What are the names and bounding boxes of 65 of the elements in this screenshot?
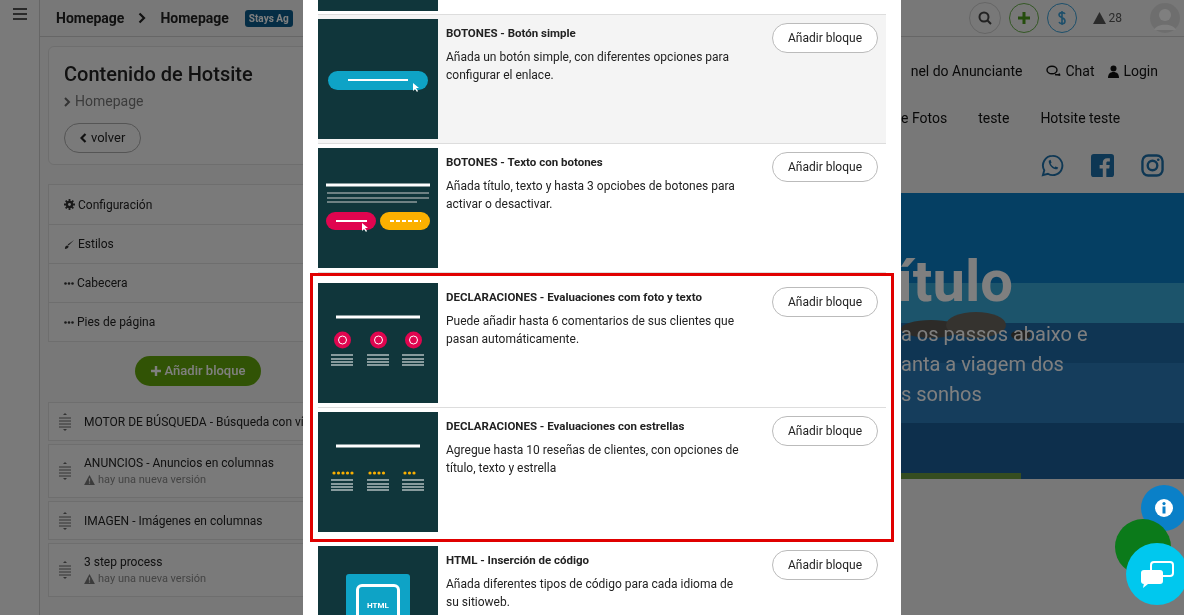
block-title: DECLARACIONES - Evaluaciones con estrellas	[446, 418, 686, 435]
add-block-button[interactable]: Añadir bloque	[772, 287, 878, 317]
block-title: 3 step process	[84, 553, 164, 571]
alert-count: 28	[1108, 10, 1122, 27]
block-title: MOTOR DE BÚSQUEDA - Búsqueda con ví	[84, 413, 304, 431]
block-option[interactable]: BOTONES - Botón simple Añada un botón simple, con diferentes opciones para configurar el enlace. Añadir bloque	[318, 15, 886, 144]
instagram-icon[interactable]	[1141, 154, 1164, 177]
drag-handle-icon[interactable]	[58, 411, 72, 432]
hero-text: anta a viagem dos	[901, 351, 1065, 378]
whatsapp-icon[interactable]	[1041, 154, 1064, 177]
breadcrumb-link[interactable]: Homepage	[160, 7, 229, 29]
breadcrumb-link[interactable]: Homepage	[56, 7, 125, 29]
hero-text: s sonhos	[901, 381, 983, 408]
block-title: IMAGEN - Imágenes en columnas	[84, 512, 263, 530]
warning-icon	[1092, 12, 1106, 24]
user-icon	[1108, 64, 1120, 78]
hero-text: a os passos abaixo e	[901, 321, 1089, 348]
facebook-icon[interactable]	[1091, 154, 1114, 177]
plus-icon	[150, 366, 161, 376]
page-title: Contenido de Hotsite	[64, 61, 254, 88]
nav-link[interactable]: Hotsite teste	[1040, 108, 1121, 129]
block-option[interactable]: DECLARACIONES - Evaluaciones com foto y texto Puede añadir hasta 6 comentarios de sus clientes que pasan automáticamente. Añadir bloque	[318, 279, 886, 408]
add-block-button[interactable]: Añadir bloque	[772, 416, 878, 446]
search-icon	[977, 11, 992, 25]
menu-icon[interactable]	[12, 8, 27, 20]
block-title: BOTONES - Botón simple	[446, 25, 577, 42]
block-description: Puede añadir hasta 6 comentarios de sus clientes que pasan automáticamente.	[446, 313, 736, 349]
ellipsis-icon	[64, 281, 74, 285]
nav-link[interactable]: nel do Anunciante	[910, 60, 1023, 82]
add-block-button[interactable]: Añadir bloque	[772, 23, 878, 53]
block-title: ANUNCIOS - Anuncios en columnas	[84, 454, 274, 472]
chevron-icon	[80, 133, 87, 143]
site-badge: Stays Ag	[244, 9, 293, 27]
chevron-icon	[64, 96, 71, 107]
drag-handle-icon[interactable]	[58, 560, 72, 580]
plus-icon	[1016, 11, 1031, 25]
block-description: Agregue hasta 10 reseñas de clientes, con opciones de título, texto y estrella	[446, 442, 740, 478]
info-icon	[1155, 499, 1173, 517]
chat-icon	[1139, 560, 1175, 588]
block-description: Añada diferentes tipos de código para cada idioma de su sitioweb.	[446, 576, 735, 612]
chat-icon	[1046, 65, 1062, 77]
warning-icon	[84, 475, 95, 485]
floating-chat-button[interactable]	[1126, 543, 1184, 605]
block-description: Añada un botón simple, con diferentes opciones para configurar el enlace.	[446, 49, 730, 85]
html-label: HTML	[367, 600, 389, 612]
ellipsis-icon	[64, 320, 74, 324]
drag-handle-icon[interactable]	[58, 510, 72, 531]
block-title: DECLARACIONES - Evaluaciones com foto y texto	[446, 289, 703, 306]
add-block-button[interactable]: Añadir bloque	[772, 152, 878, 182]
warning-icon	[84, 574, 95, 584]
nav-link[interactable]: Login	[1108, 60, 1158, 82]
dollar-icon	[1056, 10, 1067, 26]
block-option[interactable]: BOTONES - Texto con botones Añada título, texto y hasta 3 opciobes de botones para activar o desactivar. Añadir bloque	[318, 144, 886, 273]
add-block-button[interactable]: Añadir bloque	[772, 550, 878, 580]
breadcrumb-text: Homepage	[75, 92, 144, 111]
block-title: BOTONES - Texto con botones	[446, 154, 604, 171]
block-description: Añada título, texto y hasta 3 opciobes de botones para activar o desactivar.	[446, 178, 736, 214]
nav-link[interactable]: Chat	[1046, 60, 1095, 82]
nav-link[interactable]: teste	[978, 108, 1010, 129]
block-title: HTML - Inserción de código	[446, 552, 591, 569]
hero-title: ítulo	[901, 251, 1015, 311]
chevron-icon	[138, 12, 147, 24]
nav-link[interactable]: e Fotos	[901, 108, 948, 129]
settings-icon	[64, 199, 75, 210]
drag-handle-icon[interactable]	[58, 461, 72, 481]
